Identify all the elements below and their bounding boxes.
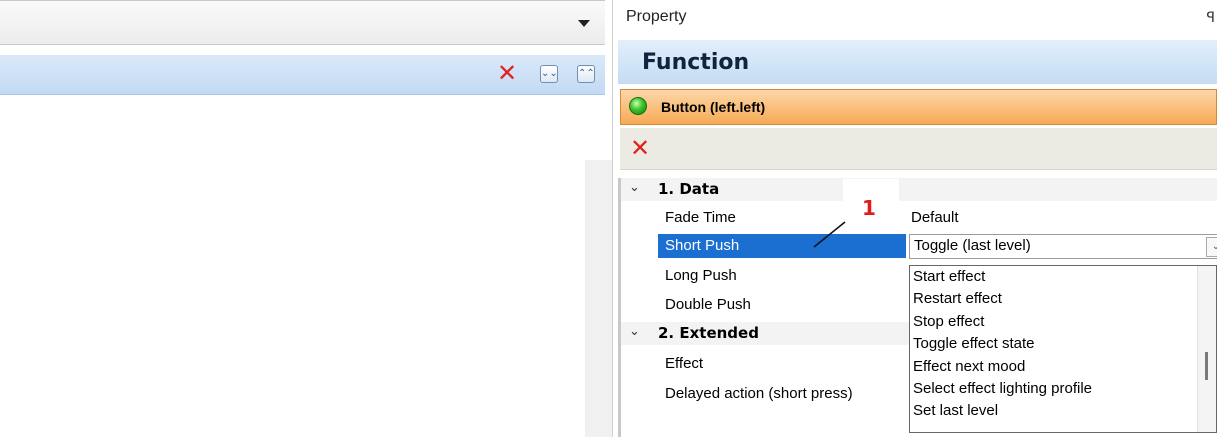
callout-line [813, 221, 846, 248]
callout-leader-line [813, 221, 846, 248]
